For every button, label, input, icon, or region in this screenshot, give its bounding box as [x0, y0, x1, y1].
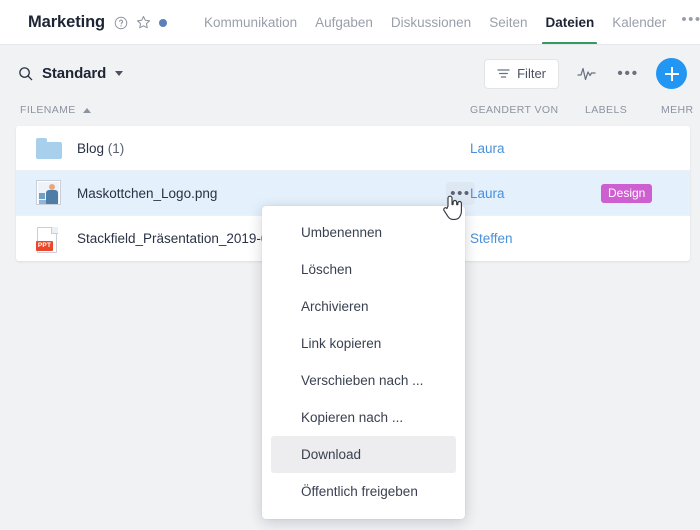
tab-kalender[interactable]: Kalender: [603, 0, 675, 45]
filter-icon: [497, 69, 510, 78]
file-name-text: Blog: [77, 140, 105, 156]
column-header-labels[interactable]: LABELS: [585, 104, 627, 116]
context-menu: Umbenennen Löschen Archivieren Link kopi…: [262, 206, 465, 519]
modified-by-user[interactable]: Steffen: [470, 231, 513, 246]
more-horizontal-icon: •••: [617, 64, 639, 82]
modified-by-user[interactable]: Laura: [470, 141, 505, 156]
file-name: Blog (1): [77, 141, 124, 156]
status-badge[interactable]: Design: [601, 183, 653, 203]
menu-item-oeffentlich-freigeben[interactable]: Öffentlich freigeben: [271, 473, 456, 510]
menu-item-archivieren[interactable]: Archivieren: [271, 288, 456, 325]
chevron-down-icon[interactable]: [115, 71, 124, 76]
folder-icon: [36, 135, 62, 161]
menu-item-kopieren-nach[interactable]: Kopieren nach ...: [271, 399, 456, 436]
search-icon: [19, 67, 33, 81]
workspace-title: Marketing: [28, 13, 106, 31]
tab-diskussionen[interactable]: Diskussionen: [382, 0, 480, 45]
table-row[interactable]: Blog (1) Laura: [16, 126, 690, 171]
status-dot: [159, 18, 168, 27]
image-file-icon: [36, 180, 62, 206]
powerpoint-file-icon: PPT: [36, 226, 62, 253]
modified-by-user[interactable]: Laura: [470, 186, 505, 201]
file-name: Maskottchen_Logo.png: [77, 185, 218, 201]
tab-seiten[interactable]: Seiten: [480, 0, 536, 45]
caret-up-icon: [82, 107, 91, 113]
top-bar: Marketing Kommunikation Aufgaben Diskuss…: [0, 0, 700, 45]
star-icon[interactable]: [136, 15, 151, 30]
menu-item-verschieben-nach[interactable]: Verschieben nach ...: [271, 362, 456, 399]
column-header-filename[interactable]: FILENAME: [20, 104, 91, 116]
column-header-more[interactable]: MEHR: [661, 104, 694, 116]
tab-aufgaben[interactable]: Aufgaben: [306, 0, 382, 45]
tab-dateien[interactable]: Dateien: [536, 0, 603, 45]
menu-item-download[interactable]: Download: [271, 436, 456, 473]
menu-item-link-kopieren[interactable]: Link kopieren: [271, 325, 456, 362]
column-header-filename-label: FILENAME: [20, 104, 76, 116]
folder-item-count: (1): [107, 140, 125, 156]
tab-kommunikation[interactable]: Kommunikation: [195, 0, 306, 45]
add-file-button[interactable]: [656, 58, 687, 89]
menu-item-umbenennen[interactable]: Umbenennen: [271, 214, 456, 251]
hand-pointer-cursor: [443, 195, 462, 220]
activity-button[interactable]: [571, 59, 601, 89]
filter-label: Filter: [517, 66, 546, 81]
column-headers: FILENAME GEANDERT VON LABELS MEHR: [0, 100, 700, 124]
nav-tabs: Kommunikation Aufgaben Diskussionen Seit…: [195, 0, 700, 45]
view-toolbar: Standard Filter •••: [0, 45, 700, 102]
activity-pulse-icon: [576, 67, 596, 80]
tabs-overflow-icon[interactable]: •••: [675, 11, 700, 34]
view-label: Standard: [42, 65, 107, 82]
column-header-modified-by[interactable]: GEANDERT VON: [470, 104, 558, 116]
help-circle-icon[interactable]: [114, 16, 128, 30]
filter-button[interactable]: Filter: [484, 58, 559, 89]
ppt-badge-text: PPT: [36, 240, 53, 251]
view-selector[interactable]: Standard: [18, 65, 124, 82]
menu-item-loeschen[interactable]: Löschen: [271, 251, 456, 288]
more-options-button[interactable]: •••: [613, 59, 643, 89]
